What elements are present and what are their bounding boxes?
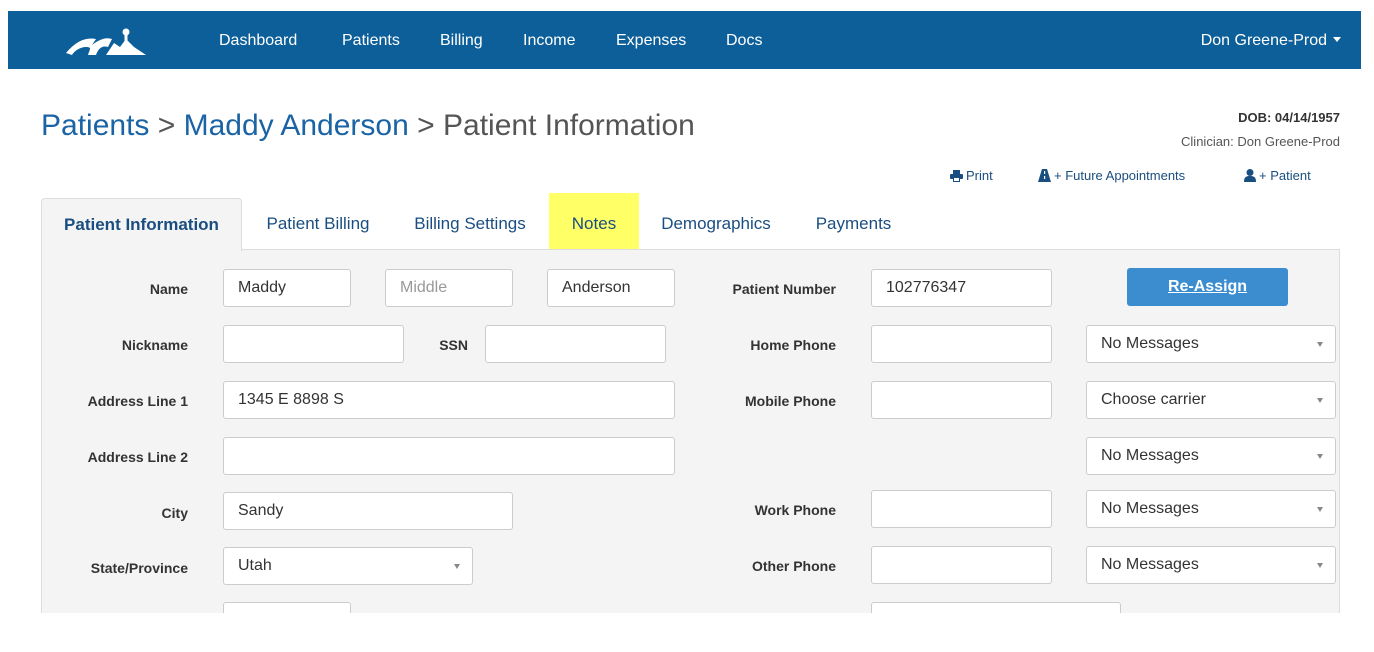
nickname-input[interactable] — [223, 325, 404, 363]
chevron-down-icon — [454, 564, 460, 569]
mobile-phone-input[interactable] — [871, 381, 1052, 419]
address-line-2-input[interactable] — [223, 437, 675, 475]
chevron-down-icon — [1317, 454, 1323, 459]
print-label: Print — [966, 168, 993, 183]
mobile-phone-messages-value: No Messages — [1101, 447, 1199, 464]
home-phone-messages-select[interactable]: No Messages — [1086, 325, 1336, 363]
nav-patients[interactable]: Patients — [342, 31, 400, 51]
name-label: Name — [149, 281, 188, 297]
user-name: Don Greene-Prod — [1200, 32, 1327, 49]
nav-expenses[interactable]: Expenses — [616, 31, 686, 51]
print-link[interactable]: Print — [950, 168, 993, 183]
breadcrumb: Patients > Maddy Anderson > Patient Info… — [41, 106, 695, 146]
patient-clinician: Clinician: Don Greene-Prod — [1181, 134, 1340, 149]
logo-icon[interactable] — [62, 27, 150, 57]
tab-payments[interactable]: Payments — [806, 198, 901, 250]
caret-down-icon — [1333, 37, 1341, 42]
chevron-down-icon — [1317, 563, 1323, 568]
patient-meta: DOB: 04/14/1957 Clinician: Don Greene-Pr… — [1181, 106, 1340, 154]
other-phone-messages-select[interactable]: No Messages — [1086, 546, 1336, 584]
chevron-down-icon — [1317, 398, 1323, 403]
work-phone-label: Work Phone — [754, 502, 836, 518]
future-appointments-link[interactable]: + Future Appointments — [1038, 168, 1185, 183]
tab-notes[interactable]: Notes — [549, 193, 639, 250]
add-patient-label: + Patient — [1259, 168, 1311, 183]
mobile-carrier-value: Choose carrier — [1101, 391, 1206, 408]
nav-dashboard[interactable]: Dashboard — [219, 31, 297, 51]
patient-dob: DOB: 04/14/1957 — [1238, 110, 1340, 125]
patient-info-panel: Name Maddy Middle Anderson Patient Numbe… — [41, 249, 1340, 652]
last-name-input[interactable]: Anderson — [547, 269, 675, 307]
state-province-label: State/Province — [90, 560, 188, 576]
address-line-1-input[interactable]: 1345 E 8898 S — [223, 381, 675, 419]
mobile-carrier-select[interactable]: Choose carrier — [1086, 381, 1336, 419]
nav-income[interactable]: Income — [523, 31, 575, 51]
ssn-input[interactable] — [485, 325, 666, 363]
breadcrumb-separator: > — [417, 109, 435, 142]
home-phone-messages-value: No Messages — [1101, 335, 1199, 352]
breadcrumb-current-page: Patient Information — [443, 109, 695, 142]
reassign-button[interactable]: Re-Assign — [1127, 268, 1288, 306]
nav-docs[interactable]: Docs — [726, 31, 762, 51]
work-phone-input[interactable] — [871, 490, 1052, 528]
top-navbar: Dashboard Patients Billing Income Expens… — [8, 11, 1361, 69]
mobile-phone-messages-select[interactable]: No Messages — [1086, 437, 1336, 475]
tab-patient-billing[interactable]: Patient Billing — [253, 198, 383, 250]
patient-number-label: Patient Number — [732, 281, 836, 297]
add-patient-link[interactable]: + Patient — [1244, 168, 1311, 183]
tab-bar: Patient Information Patient Billing Bill… — [41, 193, 1341, 251]
future-appointments-label: + Future Appointments — [1054, 168, 1186, 183]
patient-number-input[interactable]: 102776347 — [871, 269, 1052, 307]
tab-patient-information[interactable]: Patient Information — [41, 198, 242, 251]
middle-name-input[interactable]: Middle — [385, 269, 513, 307]
chevron-down-icon — [1317, 507, 1323, 512]
other-phone-label: Other Phone — [751, 558, 836, 574]
first-name-input[interactable]: Maddy — [223, 269, 351, 307]
other-phone-input[interactable] — [871, 546, 1052, 584]
tab-billing-settings[interactable]: Billing Settings — [406, 198, 534, 250]
breadcrumb-patient-name[interactable]: Maddy Anderson — [184, 109, 409, 142]
nickname-label: Nickname — [121, 337, 188, 353]
print-icon — [950, 170, 963, 182]
home-phone-input[interactable] — [871, 325, 1052, 363]
state-province-select[interactable]: Utah — [223, 547, 473, 585]
work-phone-messages-value: No Messages — [1101, 500, 1199, 517]
address-line-2-label: Address Line 2 — [87, 449, 188, 465]
ssn-label: SSN — [439, 337, 468, 353]
road-icon — [1038, 169, 1051, 182]
other-phone-messages-value: No Messages — [1101, 556, 1199, 573]
user-menu[interactable]: Don Greene-Prod — [1201, 31, 1341, 51]
user-icon — [1244, 169, 1256, 182]
state-province-value: Utah — [238, 557, 272, 574]
chevron-down-icon — [1317, 342, 1323, 347]
city-label: City — [161, 505, 188, 521]
breadcrumb-patients[interactable]: Patients — [41, 109, 149, 142]
work-phone-messages-select[interactable]: No Messages — [1086, 490, 1336, 528]
tab-demographics[interactable]: Demographics — [652, 198, 780, 250]
page-bottom — [0, 613, 1374, 652]
nav-billing[interactable]: Billing — [440, 31, 483, 51]
home-phone-label: Home Phone — [750, 337, 836, 353]
breadcrumb-separator: > — [157, 109, 176, 142]
city-input[interactable]: Sandy — [223, 492, 513, 530]
address-line-1-label: Address Line 1 — [87, 393, 188, 409]
mobile-phone-label: Mobile Phone — [745, 393, 836, 409]
